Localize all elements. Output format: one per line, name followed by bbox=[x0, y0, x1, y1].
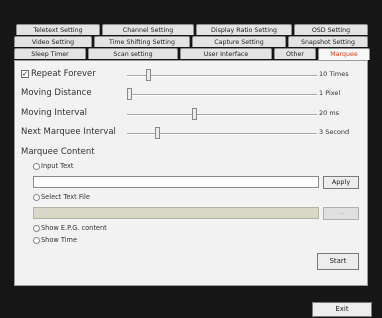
marquee-text-input[interactable] bbox=[33, 176, 319, 188]
moving-distance-track bbox=[127, 94, 317, 96]
show-epg-radio[interactable] bbox=[33, 225, 40, 232]
tab-row-3: Sleep Timer Scan setting User Interface … bbox=[14, 48, 370, 60]
browse-button[interactable]: ... bbox=[323, 207, 359, 220]
settings-dialog: Teletext Setting Channel Setting Display… bbox=[0, 0, 382, 318]
tab-sleep-timer[interactable]: Sleep Timer bbox=[14, 48, 86, 59]
tab-marquee[interactable]: Marquee bbox=[318, 48, 370, 60]
tab-video-setting[interactable]: Video Setting bbox=[14, 36, 92, 47]
repeat-count-value: 10 Times bbox=[319, 70, 349, 78]
tab-scan-setting[interactable]: Scan setting bbox=[88, 48, 178, 59]
exit-button[interactable]: Exit bbox=[312, 302, 372, 317]
next-marquee-interval-label: Next Marquee Interval bbox=[21, 127, 116, 137]
moving-interval-slider[interactable] bbox=[191, 108, 197, 120]
repeat-count-slider[interactable] bbox=[145, 69, 151, 81]
next-marquee-interval-value: 3 Second bbox=[319, 128, 350, 136]
input-text-label: Input Text bbox=[41, 162, 74, 170]
tab-row-2: Video Setting Time Shifting Setting Capt… bbox=[14, 36, 370, 48]
tab-other[interactable]: Other bbox=[274, 48, 316, 59]
show-time-radio[interactable] bbox=[33, 237, 40, 244]
check-mark-icon: ✓ bbox=[22, 70, 28, 78]
moving-interval-value: 20 ms bbox=[319, 109, 340, 117]
moving-interval-label: Moving Interval bbox=[21, 108, 87, 118]
input-text-radio[interactable] bbox=[33, 163, 40, 170]
marquee-panel: ✓ Repeat Forever 10 Times Moving Distanc… bbox=[14, 60, 368, 286]
show-epg-label: Show E.P.G. content bbox=[41, 224, 107, 232]
tab-channel-setting[interactable]: Channel Setting bbox=[102, 24, 194, 35]
apply-button[interactable]: Apply bbox=[323, 176, 359, 189]
start-button[interactable]: Start bbox=[317, 253, 359, 270]
next-marquee-interval-slider[interactable] bbox=[154, 127, 160, 139]
tab-row-1: Teletext Setting Channel Setting Display… bbox=[14, 24, 370, 36]
moving-distance-label: Moving Distance bbox=[21, 88, 92, 98]
show-time-label: Show Time bbox=[41, 236, 78, 244]
tab-display-ratio-setting[interactable]: Display Ratio Setting bbox=[196, 24, 292, 35]
tab-teletext-setting[interactable]: Teletext Setting bbox=[16, 24, 100, 35]
tab-osd-setting[interactable]: OSD Setting bbox=[294, 24, 368, 35]
tab-capture-setting[interactable]: Capture Setting bbox=[192, 36, 286, 47]
tab-strip: Teletext Setting Channel Setting Display… bbox=[14, 24, 370, 60]
select-text-file-label: Select Text File bbox=[41, 193, 90, 201]
moving-distance-slider[interactable] bbox=[127, 88, 132, 100]
tab-time-shifting-setting[interactable]: Time Shifting Setting bbox=[94, 36, 190, 47]
tab-snapshot-setting[interactable]: Snapshot Setting bbox=[288, 36, 368, 47]
moving-distance-value: 1 Pixel bbox=[319, 89, 341, 97]
repeat-forever-checkbox[interactable]: ✓ bbox=[21, 70, 29, 78]
moving-interval-track bbox=[127, 114, 317, 116]
select-text-file-radio[interactable] bbox=[33, 194, 40, 201]
repeat-forever-label: Repeat Forever bbox=[31, 69, 96, 79]
marquee-content-label: Marquee Content bbox=[21, 147, 95, 157]
tab-user-interface[interactable]: User Interface bbox=[180, 48, 272, 59]
text-file-path-input[interactable] bbox=[33, 207, 319, 219]
repeat-count-track bbox=[127, 75, 317, 77]
